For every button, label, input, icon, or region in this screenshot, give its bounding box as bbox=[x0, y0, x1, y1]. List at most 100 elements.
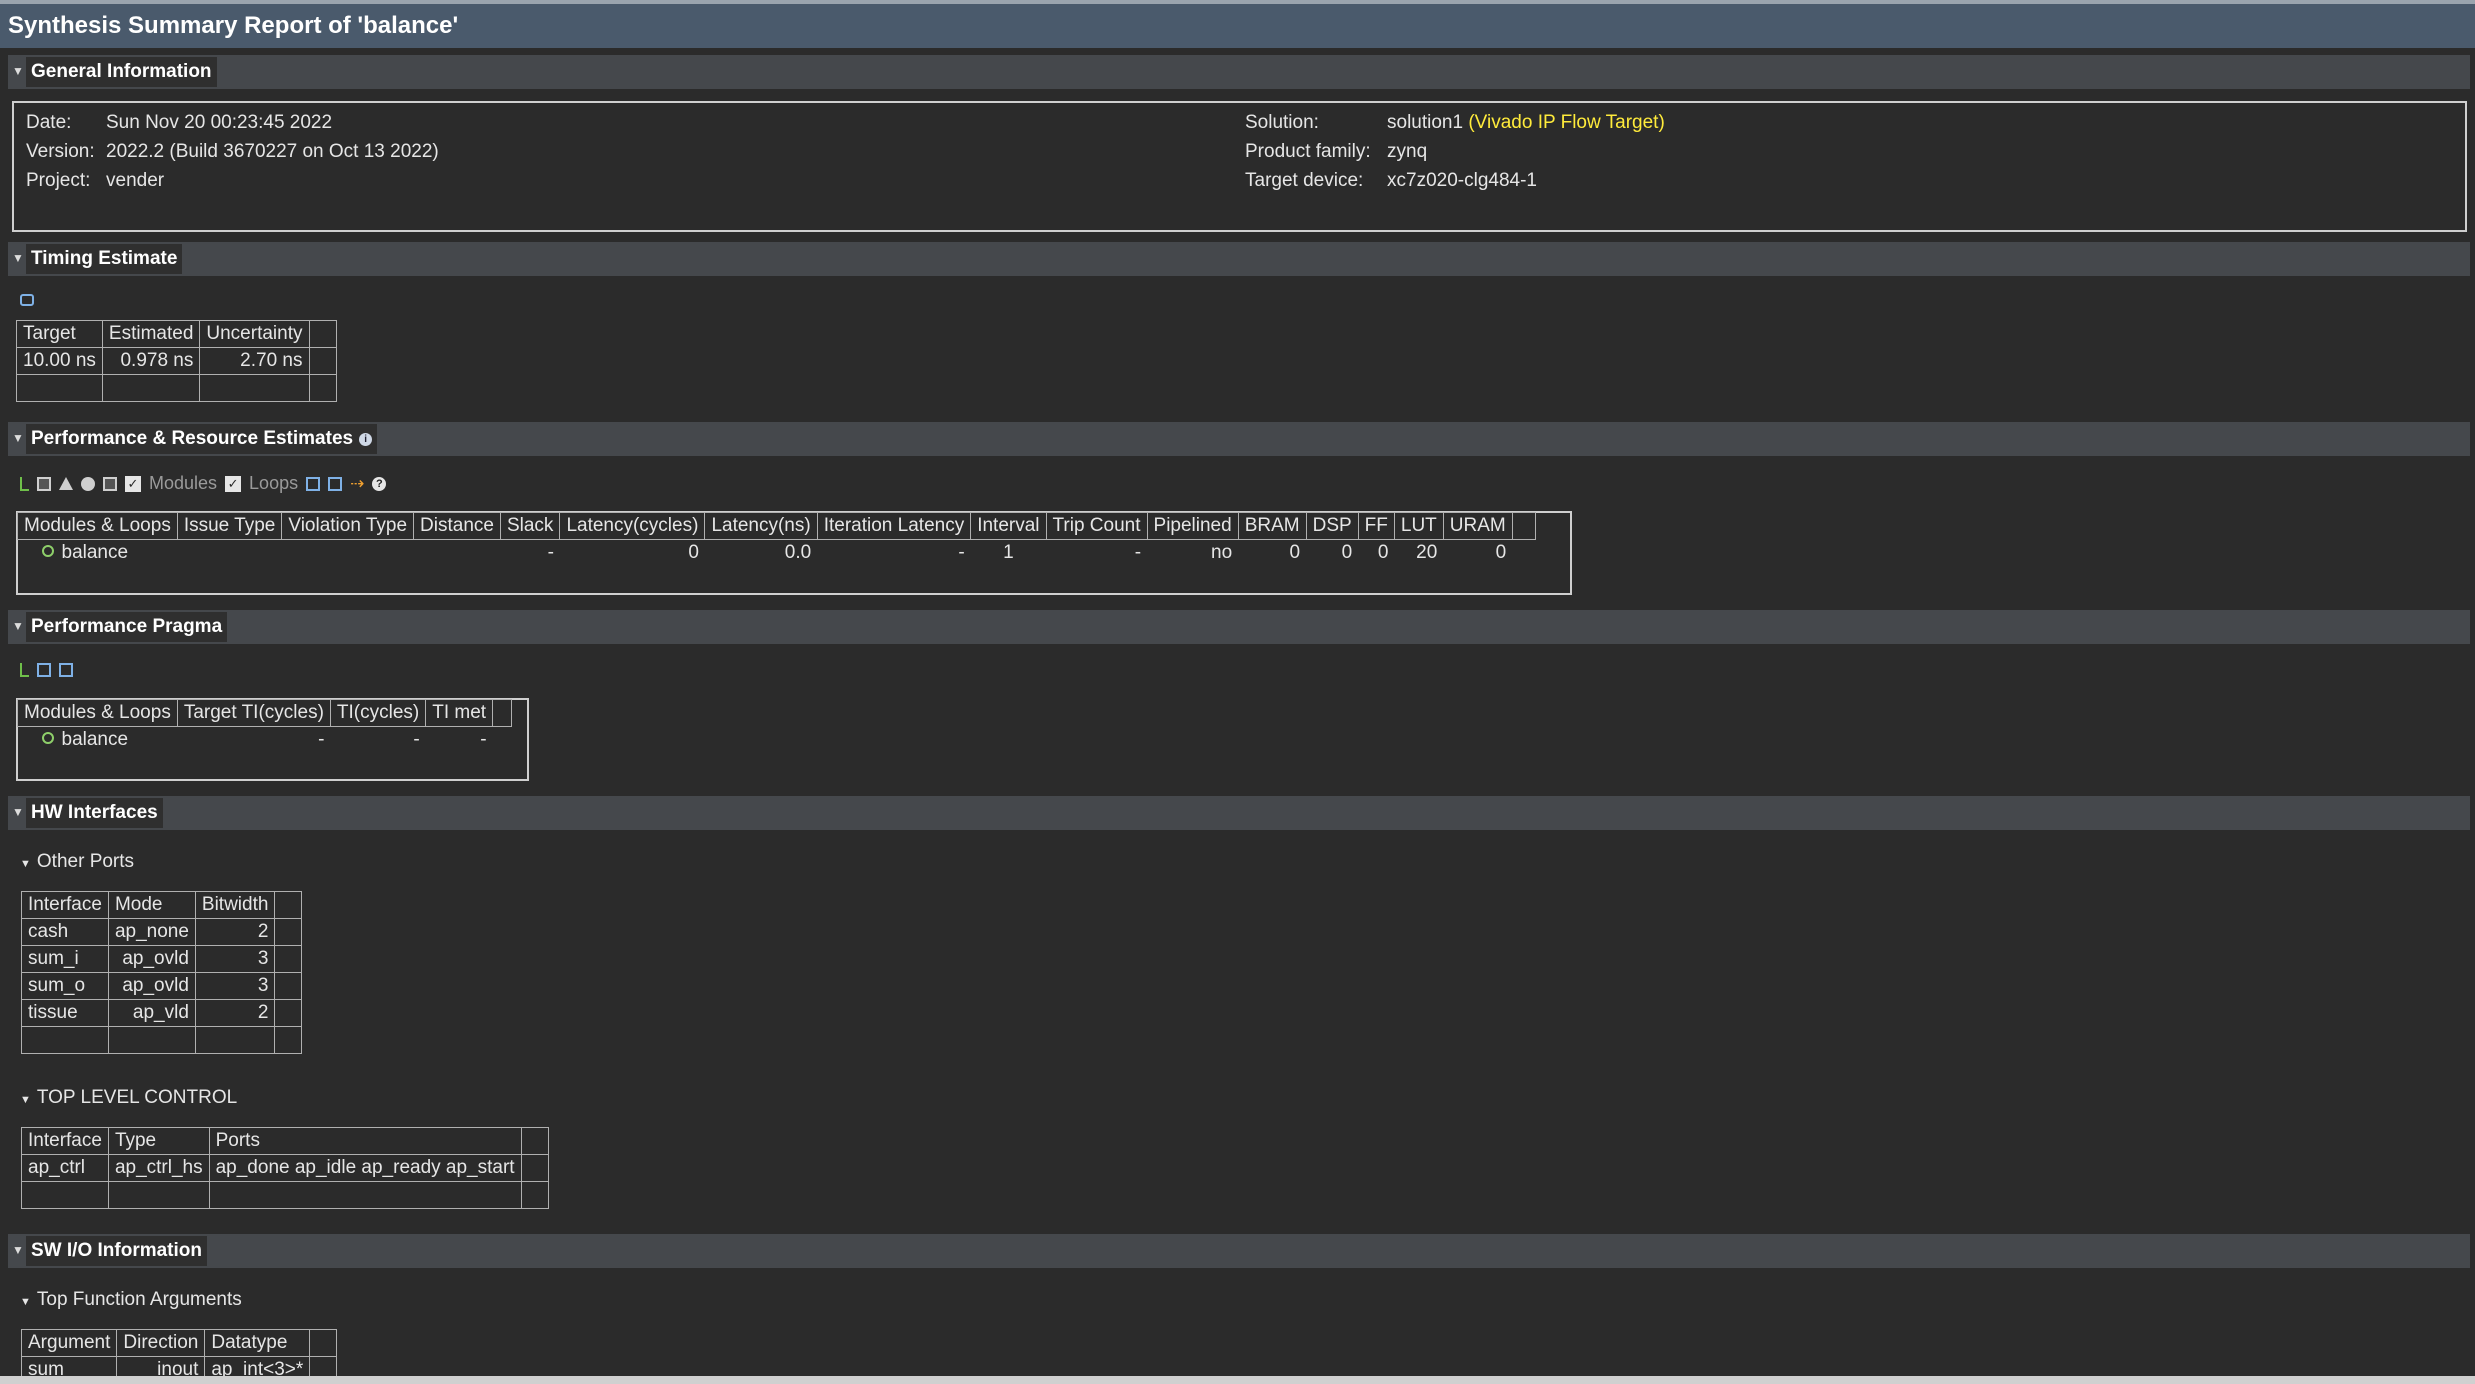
cell: - bbox=[958, 542, 965, 563]
cell: 0 bbox=[1495, 542, 1507, 563]
table-header-row: Modules & Loops Issue Type Violation Typ… bbox=[17, 512, 1536, 540]
top-function-args-table: Argument Direction Datatype sum inout ap… bbox=[20, 1329, 338, 1376]
project-value: vender bbox=[106, 170, 165, 191]
section-title: Performance Pragma bbox=[26, 612, 228, 642]
cell: ap_ovld bbox=[107, 945, 196, 973]
percent-icon[interactable] bbox=[103, 476, 117, 491]
column-header: TI(cycles) bbox=[329, 699, 427, 727]
collapse-arrow-icon[interactable]: ▼ bbox=[12, 805, 24, 819]
table-row: sum_o ap_ovld 3 bbox=[21, 972, 303, 1000]
table-row: sum_i ap_ovld 3 bbox=[21, 945, 303, 973]
cell bbox=[282, 540, 414, 567]
table-header-row: Interface Type Ports bbox=[21, 1127, 549, 1155]
column-header: BRAM bbox=[1237, 512, 1307, 540]
collapse-all-icon[interactable] bbox=[328, 476, 343, 491]
section-sw-header[interactable]: ▼ SW I/O Information bbox=[8, 1234, 2470, 1268]
table-row[interactable]: balance - 0 0.0 - 1 - no 0 0 0 20 0 bbox=[18, 540, 1536, 567]
tree-view-icon[interactable] bbox=[20, 476, 29, 491]
column-header: Target bbox=[16, 320, 103, 348]
perf-table: Modules & Loops Issue Type Violation Typ… bbox=[17, 512, 1536, 566]
column-header: Modules & Loops bbox=[17, 512, 178, 540]
cell: ap_vld bbox=[107, 999, 196, 1027]
subsection-title: TOP LEVEL CONTROL bbox=[36, 1087, 238, 1108]
perf-toolbar: ✓ Modules ✓ Loops ⇢ ? bbox=[20, 473, 387, 494]
column-header: Datatype bbox=[204, 1329, 311, 1357]
general-info-panel: Date: Sun Nov 20 00:23:45 2022 Version: … bbox=[12, 101, 2467, 232]
loops-checkbox[interactable]: ✓ bbox=[225, 475, 242, 492]
section-title: SW I/O Information bbox=[26, 1236, 207, 1266]
cell: ap_ctrl bbox=[21, 1154, 109, 1182]
collapse-arrow-icon[interactable]: ▼ bbox=[12, 64, 24, 78]
section-title: Performance & Resource Estimates i bbox=[26, 424, 378, 454]
cell bbox=[414, 540, 501, 567]
column-header: Type bbox=[107, 1127, 210, 1155]
cell: cash bbox=[21, 918, 109, 946]
cell: 2 bbox=[194, 999, 276, 1027]
modules-checkbox[interactable]: ✓ bbox=[125, 475, 141, 492]
cell: 20 bbox=[1416, 542, 1438, 563]
collapse-arrow-icon[interactable]: ▼ bbox=[12, 251, 24, 265]
column-header: Slack bbox=[499, 512, 561, 540]
section-general-header[interactable]: ▼ General Information bbox=[8, 55, 2470, 89]
collapse-arrow-icon[interactable]: ▼ bbox=[12, 1243, 24, 1257]
cell: 3 bbox=[194, 945, 276, 973]
date-value: Sun Nov 20 00:23:45 2022 bbox=[106, 112, 333, 133]
cell: - bbox=[547, 542, 554, 563]
table-empty-row bbox=[21, 1181, 549, 1209]
modules-checkbox-label: Modules bbox=[149, 473, 218, 493]
info-icon[interactable]: i bbox=[359, 433, 373, 446]
collapse-arrow-icon[interactable]: ▼ bbox=[20, 1094, 31, 1106]
column-header: Argument bbox=[20, 1329, 118, 1357]
cell: sum bbox=[20, 1356, 118, 1376]
top-level-control-header[interactable]: ▼ TOP LEVEL CONTROL bbox=[20, 1087, 237, 1109]
expand-all-icon[interactable] bbox=[306, 476, 321, 491]
collapse-arrow-icon[interactable]: ▼ bbox=[12, 619, 24, 633]
clock-icon[interactable] bbox=[20, 294, 34, 306]
cell: tissue bbox=[21, 999, 109, 1027]
column-header: Distance bbox=[413, 512, 501, 540]
module-cell[interactable]: balance bbox=[18, 540, 178, 567]
cell: ap_done ap_idle ap_ready ap_start bbox=[208, 1154, 522, 1182]
column-header: Interval bbox=[970, 512, 1047, 540]
other-ports-table: Interface Mode Bitwidth cash ap_none 2 s… bbox=[21, 891, 303, 1054]
top-function-args-header[interactable]: ▼ Top Function Arguments bbox=[20, 1289, 242, 1311]
help-icon[interactable]: ? bbox=[372, 476, 387, 491]
section-pragma-header[interactable]: ▼ Performance Pragma bbox=[8, 610, 2470, 644]
table-row[interactable]: balance - - - bbox=[18, 727, 512, 754]
cell: 0.0 bbox=[784, 542, 812, 563]
cell: sum_o bbox=[21, 972, 109, 1000]
warning-icon[interactable] bbox=[59, 477, 73, 490]
section-hw-header[interactable]: ▼ HW Interfaces bbox=[8, 796, 2470, 830]
solution-value: solution1 (Vivado IP Flow Target) bbox=[1387, 111, 1665, 135]
grid-icon[interactable] bbox=[37, 476, 51, 491]
cell: inout bbox=[116, 1356, 206, 1376]
section-perf-header[interactable]: ▼ Performance & Resource Estimates i bbox=[8, 422, 2470, 456]
column-header: TI met bbox=[425, 699, 494, 727]
timing-table: Target Estimated Uncertainty 10.00 ns 0.… bbox=[16, 320, 337, 402]
goto-source-icon[interactable]: ⇢ bbox=[350, 474, 364, 494]
table-row: 10.00 ns 0.978 ns 2.70 ns bbox=[16, 347, 337, 375]
collapse-arrow-icon[interactable]: ▼ bbox=[20, 858, 31, 870]
collapse-arrow-icon[interactable]: ▼ bbox=[20, 1296, 31, 1308]
collapse-arrow-icon[interactable]: ▼ bbox=[12, 431, 24, 445]
module-name: balance bbox=[61, 542, 129, 563]
section-title: Timing Estimate bbox=[26, 244, 183, 274]
table-empty-row bbox=[16, 374, 337, 402]
column-header: Interface bbox=[21, 1127, 109, 1155]
resource-icon[interactable] bbox=[81, 476, 95, 491]
solution-name: solution1 bbox=[1387, 112, 1464, 133]
other-ports-header[interactable]: ▼ Other Ports bbox=[20, 851, 134, 873]
module-name: balance bbox=[61, 729, 129, 750]
column-header: Iteration Latency bbox=[816, 512, 972, 540]
section-timing-header[interactable]: ▼ Timing Estimate bbox=[8, 242, 2470, 276]
tree-view-icon[interactable] bbox=[20, 663, 29, 677]
module-cell[interactable]: balance bbox=[18, 727, 178, 754]
cell: no bbox=[1211, 542, 1233, 563]
expand-all-icon[interactable] bbox=[37, 663, 51, 677]
version-value: 2022.2 (Build 3670227 on Oct 13 2022) bbox=[106, 141, 439, 162]
cell: - bbox=[480, 729, 487, 750]
cell bbox=[177, 540, 282, 567]
device-value: xc7z020-clg484-1 bbox=[1387, 170, 1537, 191]
collapse-all-icon[interactable] bbox=[59, 663, 73, 677]
table-header-row: Modules & Loops Target TI(cycles) TI(cyc… bbox=[17, 699, 513, 727]
